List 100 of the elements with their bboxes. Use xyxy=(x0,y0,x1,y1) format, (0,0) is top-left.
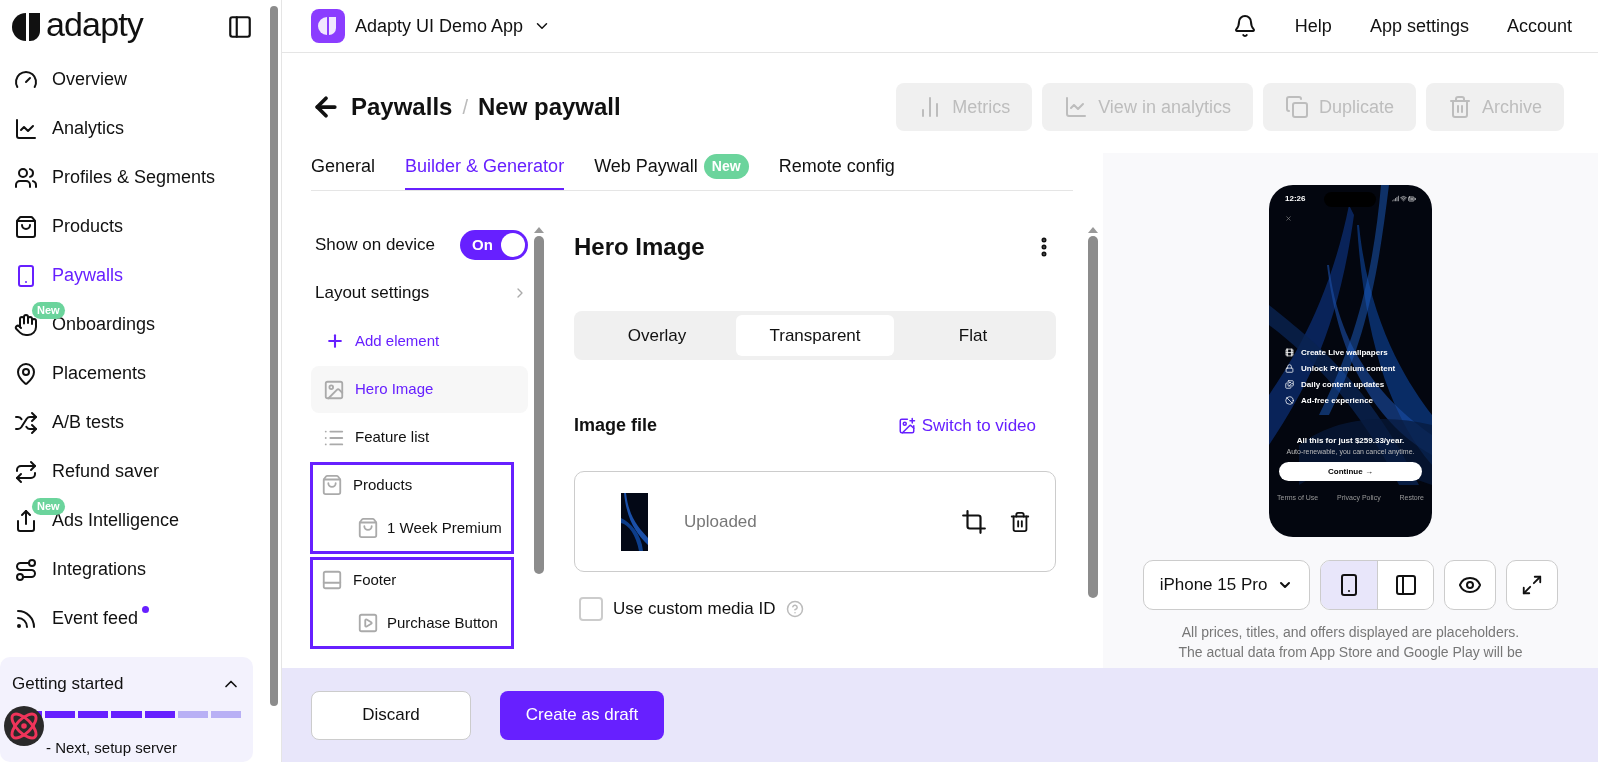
toggle-switch[interactable]: On xyxy=(460,230,528,260)
section-title: Hero Image xyxy=(574,232,705,262)
fullscreen-button[interactable] xyxy=(1506,560,1558,610)
card-title: Getting started xyxy=(12,673,124,695)
logo-icon xyxy=(12,11,42,43)
app-logo-icon xyxy=(311,9,345,43)
bag-icon xyxy=(357,517,379,539)
logo-text: adapty xyxy=(46,7,143,41)
nav-item[interactable]: Analytics xyxy=(0,104,267,153)
disclaimer-text: All prices, titles, and offers displayed are placeholders. The actual data from App Store and Google Play will be xyxy=(1177,623,1524,662)
upload-status: Uploaded xyxy=(684,510,757,533)
nav-item[interactable]: Placements xyxy=(0,349,267,398)
mode-option[interactable]: Transparent xyxy=(736,315,894,356)
page-title: New paywall xyxy=(477,92,621,122)
tab[interactable]: Builder & Generator xyxy=(405,153,565,190)
image-icon xyxy=(323,378,345,401)
camera-notch xyxy=(1324,192,1376,207)
scrollbar[interactable] xyxy=(534,236,544,574)
image-icon xyxy=(897,416,916,435)
top-link[interactable]: App settings xyxy=(1369,12,1469,40)
checkbox-label: Use custom media ID xyxy=(613,598,776,620)
battery-icon xyxy=(1408,195,1416,203)
add-element-button[interactable]: Add element xyxy=(311,323,528,359)
tab[interactable]: Web Paywall New xyxy=(594,153,749,190)
hand-icon xyxy=(14,312,38,337)
toggle-label: Show on device xyxy=(315,234,436,257)
new-badge: New xyxy=(32,498,65,515)
bell-icon[interactable] xyxy=(1232,14,1257,38)
nav-item[interactable]: Refund saver xyxy=(0,447,267,496)
feature-text: Ad-free experience xyxy=(1301,396,1374,405)
preview-button[interactable] xyxy=(1444,560,1496,610)
mode-option[interactable]: Flat xyxy=(894,315,1052,356)
sidebar-toggle-icon[interactable] xyxy=(227,14,253,40)
nav-item[interactable]: A/B tests xyxy=(0,398,267,447)
images-icon xyxy=(1285,380,1294,389)
expand-icon xyxy=(1521,574,1543,596)
play-icon xyxy=(357,612,379,634)
trash-icon xyxy=(1447,95,1472,119)
shuffle-icon xyxy=(14,410,38,435)
chart-icon xyxy=(14,116,38,141)
signal-icon xyxy=(1392,195,1399,202)
close-icon[interactable] xyxy=(1285,215,1292,222)
nav-item[interactable]: Event feed xyxy=(0,594,267,643)
mode-option[interactable]: Overlay xyxy=(578,315,736,356)
nav-item[interactable]: Paywalls xyxy=(0,251,267,300)
nav-item[interactable]: Ads Intelligence New xyxy=(0,496,267,545)
panel-icon xyxy=(321,569,343,591)
element-item[interactable]: Hero Image xyxy=(311,366,528,413)
nav-item[interactable]: Profiles & Segments xyxy=(0,153,267,202)
nav-item[interactable]: Integrations xyxy=(0,545,267,594)
nav-item[interactable]: Overview xyxy=(0,55,267,104)
price-text: All this for just $259.33/year. xyxy=(1295,435,1406,447)
landscape-icon xyxy=(1393,573,1418,597)
element-item[interactable]: Footer xyxy=(313,560,511,600)
map-pin-icon xyxy=(14,361,38,386)
plus-icon xyxy=(325,331,345,351)
breadcrumb-link[interactable]: Paywalls xyxy=(351,89,453,125)
bag-icon xyxy=(321,474,343,496)
top-link[interactable]: Account xyxy=(1506,12,1572,40)
element-item[interactable]: 1 Week Premium xyxy=(313,505,511,551)
share-icon xyxy=(14,508,38,533)
app-name[interactable]: Adapty UI Demo App xyxy=(355,12,524,40)
line-chart-icon xyxy=(1064,95,1089,119)
ban-icon xyxy=(1285,396,1294,405)
orientation-button[interactable] xyxy=(1321,561,1377,609)
users-icon xyxy=(14,165,38,190)
wifi-icon xyxy=(1400,195,1407,202)
lock-icon xyxy=(1285,364,1294,373)
breadcrumb-separator: / xyxy=(462,95,468,120)
scrollbar[interactable] xyxy=(1088,236,1098,598)
route-icon xyxy=(14,557,38,582)
top-link[interactable]: Help xyxy=(1294,12,1332,40)
checkbox[interactable] xyxy=(579,596,603,621)
next-step-text: - Next, setup server xyxy=(46,738,177,756)
field-label: Image file xyxy=(574,414,658,437)
trash-icon[interactable] xyxy=(1009,510,1031,533)
feature-text: Daily content updates xyxy=(1301,380,1385,389)
layout-settings-row[interactable]: Layout settings xyxy=(311,277,528,309)
device-select[interactable]: iPhone 15 Pro xyxy=(1143,560,1310,610)
arrows-icon xyxy=(14,459,38,484)
tab[interactable]: Remote config xyxy=(778,153,895,190)
switch-to-video-link[interactable]: Switch to video xyxy=(897,412,1036,439)
crop-icon[interactable] xyxy=(961,508,987,535)
nav-item[interactable]: Onboardings New xyxy=(0,300,267,349)
status-time: 12:26 xyxy=(1285,193,1306,205)
element-item[interactable]: Feature list xyxy=(311,414,528,461)
continue-button[interactable]: Continue → xyxy=(1279,462,1422,481)
copy-icon xyxy=(1284,95,1309,119)
orientation-button[interactable] xyxy=(1377,561,1433,609)
new-badge: New xyxy=(703,154,749,179)
tab[interactable]: General xyxy=(311,153,376,190)
element-item[interactable]: Purchase Button xyxy=(313,600,511,646)
create-draft-button[interactable]: Create as draft xyxy=(500,690,664,740)
film-icon xyxy=(1285,348,1294,357)
feature-text: Create Live wallpapers xyxy=(1301,348,1388,357)
scrollbar[interactable] xyxy=(270,6,278,706)
feature-text: Unlock Premium content xyxy=(1301,364,1396,373)
element-item[interactable]: Products xyxy=(313,465,511,505)
discard-button[interactable]: Discard xyxy=(311,690,471,740)
nav-item[interactable]: Products xyxy=(0,202,267,251)
